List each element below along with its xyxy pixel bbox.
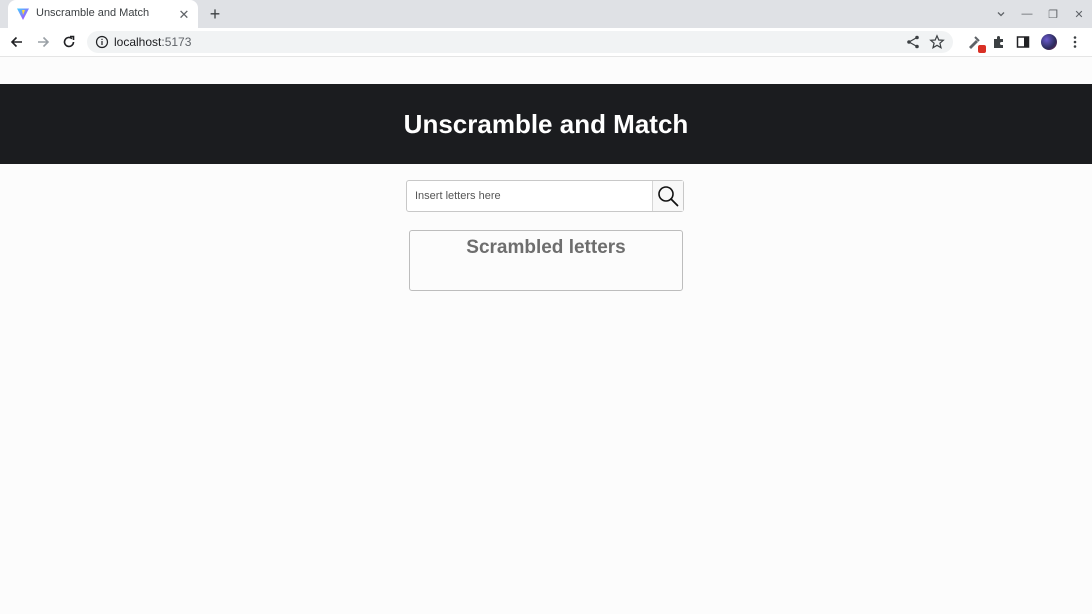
- url-host: localhost: [114, 35, 162, 49]
- search-button[interactable]: [652, 181, 683, 211]
- window-controls: — ❐ ✕: [988, 0, 1092, 28]
- scrambled-letters-heading: Scrambled letters: [466, 237, 626, 258]
- info-icon[interactable]: [95, 35, 109, 49]
- chevron-down-icon[interactable]: [988, 0, 1014, 28]
- new-tab-button[interactable]: +: [206, 5, 224, 23]
- scrambled-letters-area: [410, 263, 682, 289]
- profile-avatar[interactable]: [1039, 32, 1059, 52]
- back-icon[interactable]: [7, 32, 27, 52]
- tab-title: Unscramble and Match: [36, 7, 150, 19]
- browser-tab[interactable]: Unscramble and Match ✕: [8, 0, 198, 28]
- forward-icon[interactable]: [33, 32, 53, 52]
- browser-tabstrip: Unscramble and Match ✕ + — ❐ ✕: [0, 0, 1092, 28]
- browser-toolbar: localhost:5173: [0, 28, 1092, 57]
- extension-pin-icon[interactable]: [964, 32, 986, 53]
- extensions-icon[interactable]: [988, 32, 1008, 52]
- vite-logo-icon: [17, 8, 29, 20]
- letters-input[interactable]: [407, 181, 655, 211]
- window-close-button[interactable]: ✕: [1066, 0, 1092, 28]
- avatar: [1041, 34, 1057, 50]
- tab-close-icon[interactable]: ✕: [176, 6, 192, 22]
- extension-badge: [978, 45, 986, 53]
- address-url[interactable]: localhost:5173: [114, 35, 191, 49]
- restore-button[interactable]: ❐: [1040, 0, 1066, 28]
- scrambled-letters-card: Scrambled letters: [409, 230, 683, 291]
- menu-icon[interactable]: [1065, 32, 1085, 52]
- search-icon: [658, 186, 679, 207]
- share-icon[interactable]: [905, 34, 921, 50]
- minimize-button[interactable]: —: [1014, 0, 1040, 28]
- search-box: [406, 180, 684, 212]
- side-panel-icon[interactable]: [1013, 32, 1033, 52]
- page-title: Unscramble and Match: [403, 108, 689, 139]
- app-header: Unscramble and Match: [0, 84, 1092, 164]
- star-icon[interactable]: [929, 34, 945, 50]
- address-bar[interactable]: localhost:5173: [87, 31, 953, 53]
- url-port: :5173: [161, 35, 192, 49]
- reload-icon[interactable]: [59, 32, 79, 52]
